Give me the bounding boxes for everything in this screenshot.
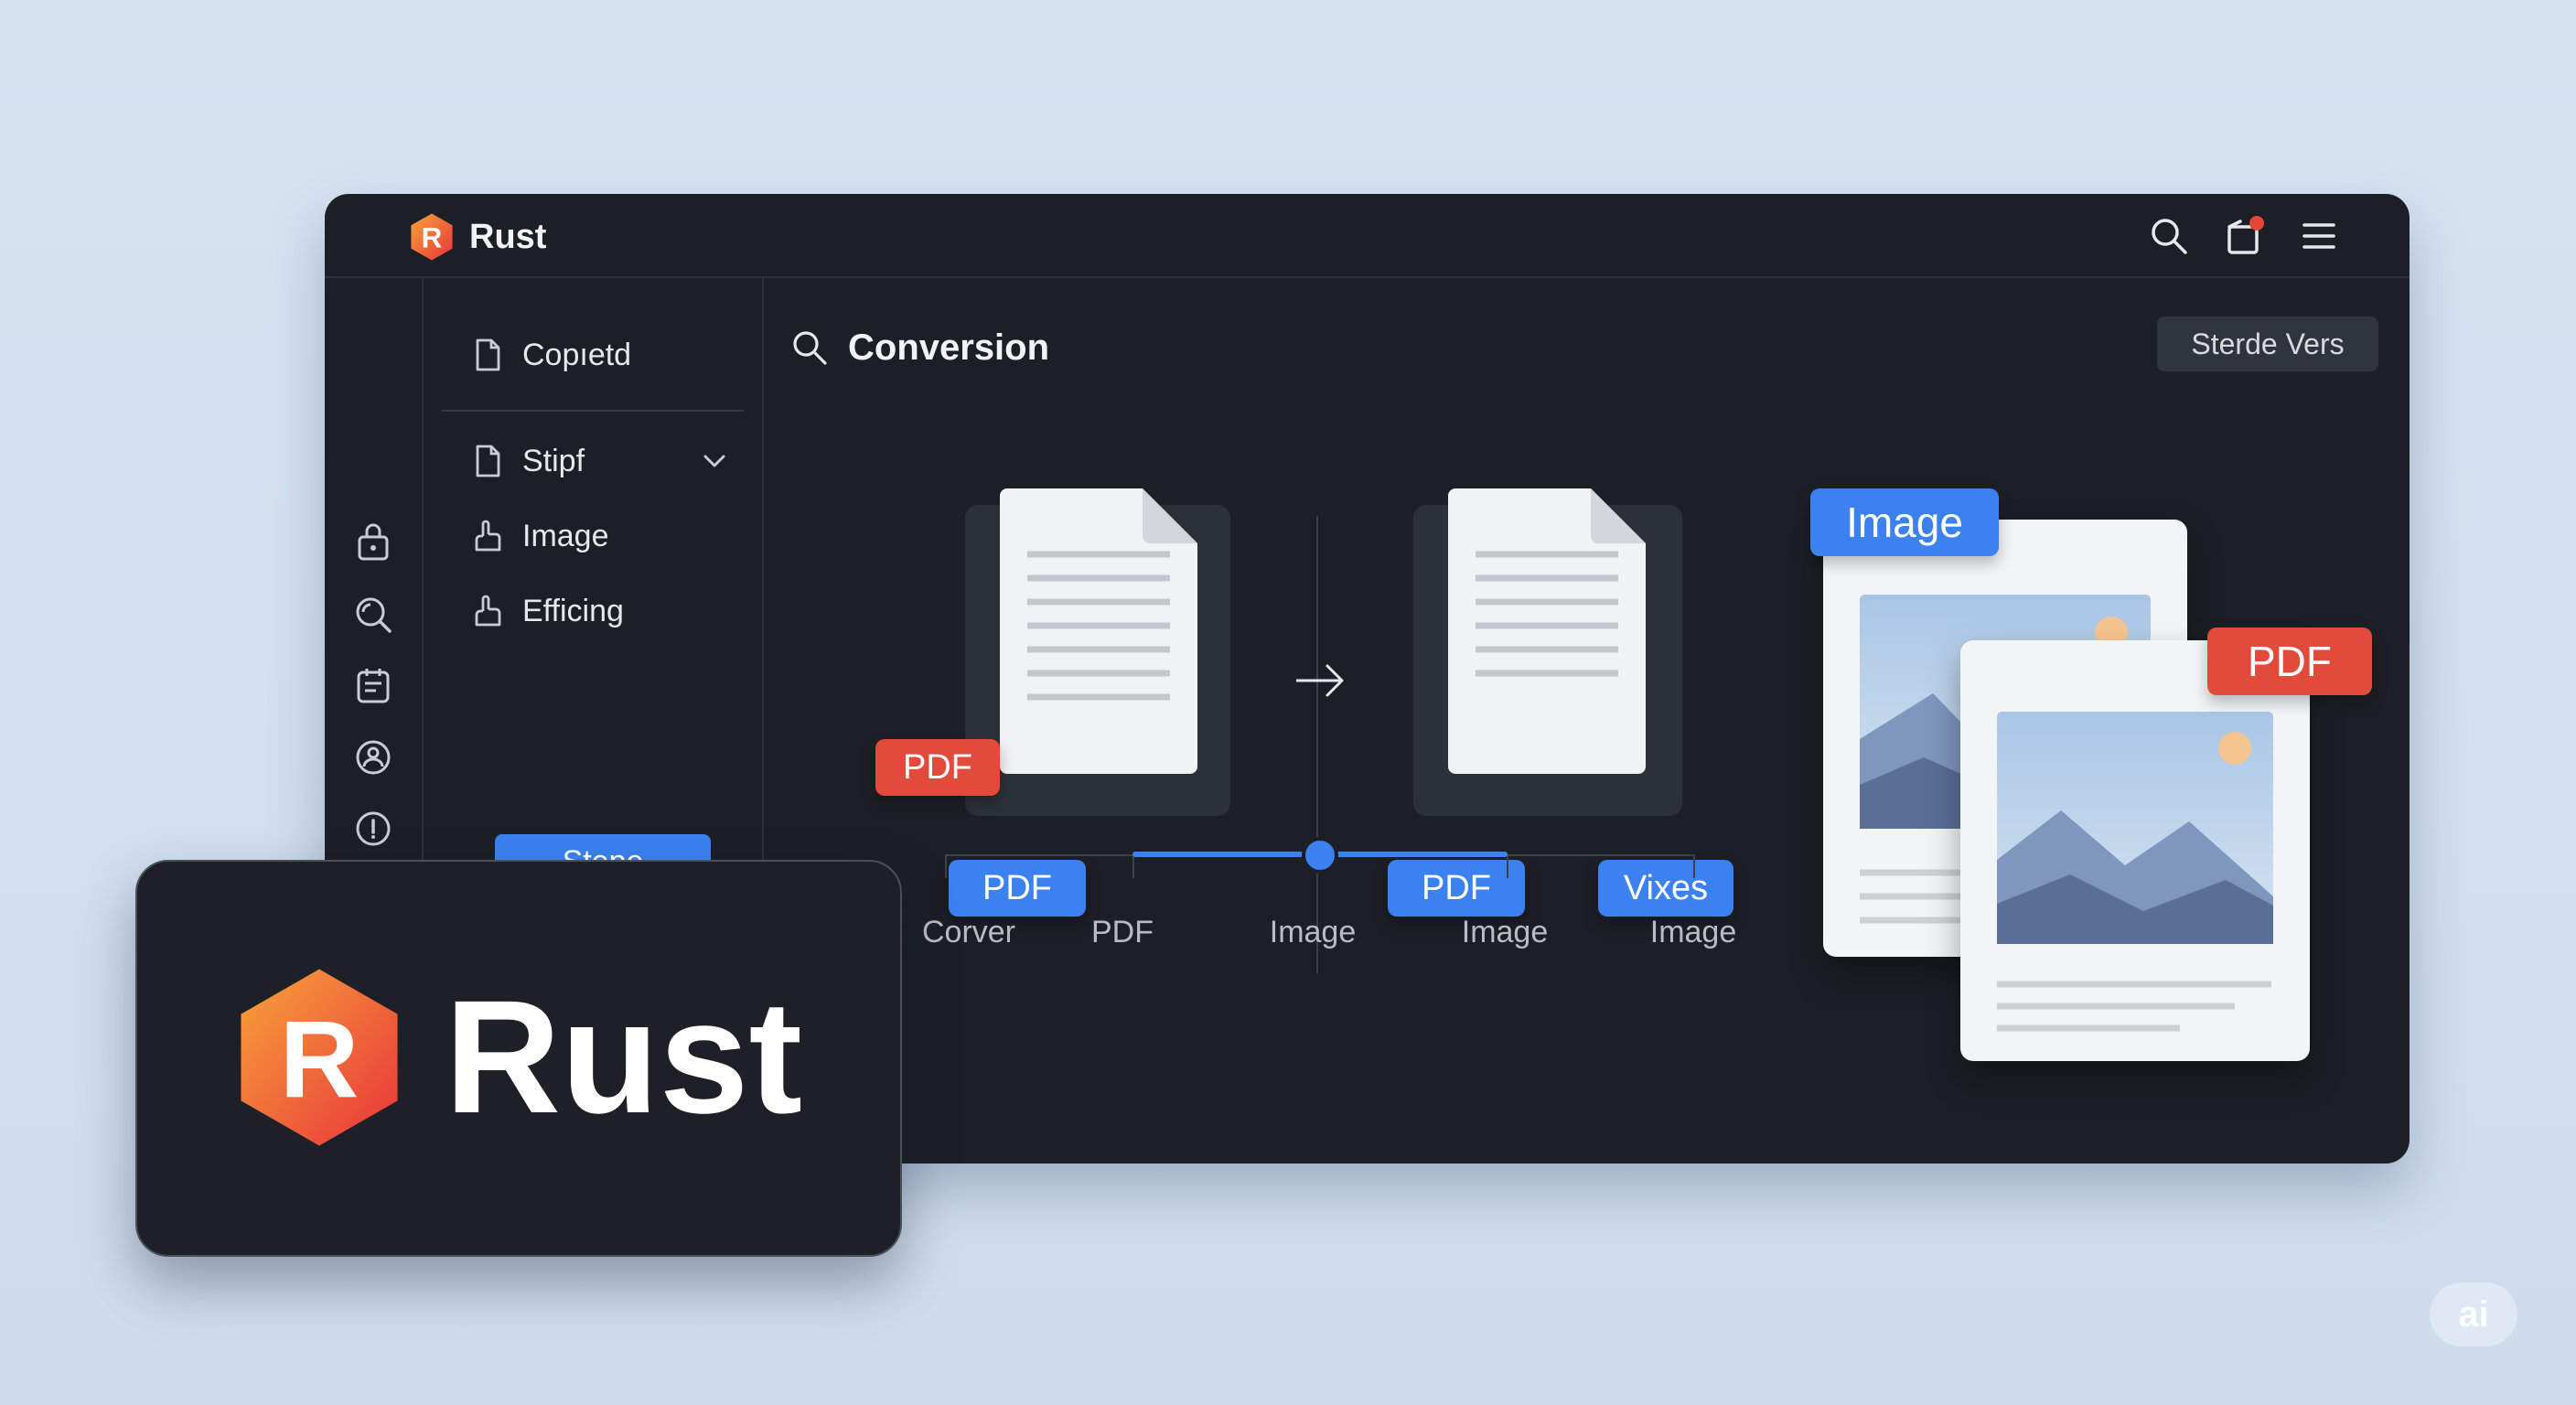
document-page-icon	[1000, 488, 1197, 774]
divider-line	[1316, 516, 1318, 973]
side-item-label: Copıetd	[522, 337, 632, 372]
side-divider	[442, 410, 744, 412]
side-item-stipf[interactable]: Stipf	[469, 437, 585, 485]
pdf-tag: PDF	[1388, 860, 1525, 917]
landscape-image-icon	[1997, 712, 2273, 1032]
file-icon	[476, 338, 500, 371]
timeline-slider-handle[interactable]	[1302, 837, 1338, 874]
side-item-image[interactable]: Image	[469, 512, 609, 560]
timeline-tick	[1132, 854, 1134, 878]
rust-logo-icon: R	[411, 213, 453, 261]
side-item-copied[interactable]: Copıetd	[469, 331, 631, 379]
hand-icon	[475, 595, 501, 627]
pdf-tag: PDF	[949, 860, 1086, 917]
ai-watermark: ai	[2430, 1282, 2517, 1346]
timeline-tick	[1693, 854, 1695, 878]
info-icon[interactable]	[352, 808, 394, 850]
search-icon[interactable]	[789, 327, 830, 368]
menu-icon[interactable]	[2297, 214, 2341, 258]
title-bar: R Rust	[325, 194, 2410, 278]
rust-logo-icon: R	[241, 969, 398, 1146]
notification-icon[interactable]	[2222, 214, 2266, 258]
pdf-tag: PDF	[2207, 627, 2372, 695]
page-title: Conversion	[848, 327, 1050, 368]
svg-text:R: R	[422, 221, 443, 253]
timeline-label: PDF	[1091, 915, 1154, 949]
arrow-right-icon	[1296, 664, 1344, 697]
side-item-efficing[interactable]: Efficing	[469, 587, 624, 635]
pdf-tag: PDF	[875, 739, 1000, 796]
chevron-down-icon[interactable]	[696, 443, 733, 479]
timeline-tick	[945, 854, 947, 878]
app-title: Rust	[469, 218, 547, 256]
lock-icon[interactable]	[352, 522, 394, 564]
timeline-tick	[1507, 854, 1508, 878]
side-item-label: Stipf	[522, 443, 585, 478]
brand-name: Rust	[445, 968, 803, 1147]
vixes-tag: Vixes	[1598, 860, 1733, 917]
calendar-icon[interactable]	[352, 665, 394, 707]
timeline-label: Image	[1269, 915, 1357, 949]
file-icon	[476, 445, 500, 477]
content-header: Conversion	[789, 322, 1049, 373]
account-icon[interactable]	[352, 736, 394, 778]
timeline-label: Image	[1649, 915, 1737, 949]
hand-icon	[475, 520, 501, 552]
image-tag: Image	[1810, 488, 1999, 556]
magnify-icon[interactable]	[352, 594, 394, 636]
document-page-icon	[1448, 488, 1646, 774]
image-card	[1960, 640, 2310, 1061]
search-icon[interactable]	[2147, 214, 2191, 258]
side-item-label: Image	[522, 518, 609, 553]
svg-text:R: R	[280, 999, 360, 1121]
brand-card: R Rust	[135, 860, 902, 1257]
sterde-vers-button[interactable]: Sterde Vers	[2157, 316, 2378, 371]
timeline-label: Image	[1461, 915, 1549, 949]
side-item-label: Efficing	[522, 593, 624, 628]
